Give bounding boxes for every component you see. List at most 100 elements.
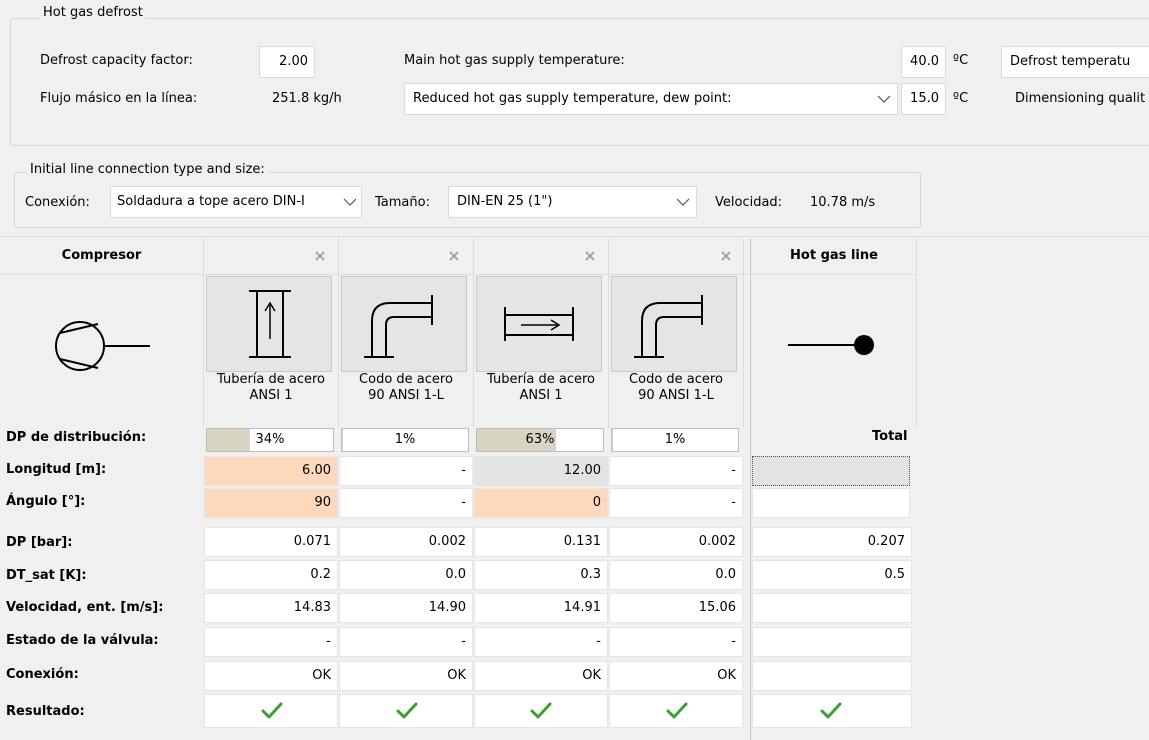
defrost-temperature-field[interactable]: Defrost temperatu bbox=[1001, 46, 1149, 78]
distribution-percent: 34% bbox=[255, 432, 285, 447]
dt-sat-cell-4: 0.0 bbox=[609, 560, 743, 590]
defrost-temperature-label: Defrost temperatu bbox=[1010, 54, 1131, 69]
dt-sat-total-cell: 0.5 bbox=[752, 560, 912, 590]
dp-cell-2: 0.002 bbox=[339, 527, 473, 557]
component-1-name-line2: ANSI 1 bbox=[249, 388, 293, 403]
dp-cell-1: 0.071 bbox=[204, 527, 338, 557]
estado-total-cell bbox=[752, 627, 912, 657]
component-4-button[interactable] bbox=[611, 276, 737, 372]
conexion-select[interactable]: Soldadura a tope acero DIN-I bbox=[110, 186, 362, 218]
row-label-velocidad: Velocidad, ent. [m/s]: bbox=[0, 593, 203, 623]
conexion-cell-2: OK bbox=[339, 661, 473, 691]
velocidad-cell-3: 14.91 bbox=[474, 593, 608, 623]
longitud-cell-2: - bbox=[339, 456, 473, 486]
flujo-label: Flujo másico en la línea: bbox=[40, 91, 198, 106]
conexion-select-value: Soldadura a tope acero DIN-I bbox=[117, 194, 305, 209]
reduced-supply-input[interactable]: 15.0 bbox=[901, 83, 946, 115]
dp-cell-3: 0.131 bbox=[474, 527, 608, 557]
component-2-name-line1: Codo de acero bbox=[359, 372, 453, 387]
component-2-button[interactable] bbox=[341, 276, 467, 372]
remove-component-1-close-icon[interactable] bbox=[313, 249, 327, 263]
hot-gas-defrost-group bbox=[10, 18, 1149, 146]
vertical-pipe-icon bbox=[249, 290, 291, 358]
hot-gas-line-endpoint-icon bbox=[788, 335, 874, 355]
longitud-cell-3: 12.00 bbox=[474, 456, 608, 486]
velocidad-cell-2: 14.90 bbox=[339, 593, 473, 623]
defrost-capacity-label: Defrost capacity factor: bbox=[40, 53, 193, 68]
component-4-name-line1: Codo de acero bbox=[629, 372, 723, 387]
elbow-icon bbox=[634, 295, 703, 358]
checkmark-icon bbox=[666, 702, 688, 719]
angulo-cell-1[interactable]: 90 bbox=[204, 488, 338, 518]
reduced-supply-select-value: Reduced hot gas supply temperature, dew … bbox=[413, 91, 732, 106]
distribution-percent: 1% bbox=[394, 432, 416, 447]
compressor-icon bbox=[55, 321, 150, 371]
conexion-cell-3: OK bbox=[474, 661, 608, 691]
remove-component-3-close-icon[interactable] bbox=[583, 249, 597, 263]
component-1-name: Tubería de acero ANSI 1 bbox=[204, 372, 338, 404]
elbow-icon bbox=[364, 295, 433, 358]
tamano-select-value: DIN-EN 25 (1") bbox=[457, 194, 553, 209]
dp-total-cell: 0.207 bbox=[752, 527, 912, 557]
chevron-down-icon bbox=[676, 198, 690, 206]
component-1-name-line1: Tubería de acero bbox=[216, 372, 326, 387]
component-1-button[interactable] bbox=[206, 276, 332, 372]
remove-component-4-close-icon[interactable] bbox=[719, 249, 733, 263]
longitud-cell-4: - bbox=[609, 456, 743, 486]
component-3-button[interactable] bbox=[476, 276, 602, 372]
longitud-total-cell[interactable] bbox=[752, 456, 910, 486]
chevron-down-icon bbox=[343, 197, 357, 207]
horizontal-pipe-icon bbox=[504, 307, 574, 341]
component-2-name: Codo de acero 90 ANSI 1-L bbox=[339, 372, 473, 404]
distribution-bar-fill bbox=[207, 429, 250, 451]
table-separator-line bbox=[0, 236, 1149, 237]
dimensioning-label: Dimensioning qualit bbox=[1015, 91, 1146, 106]
dp-cell-4: 0.002 bbox=[609, 527, 743, 557]
component-3-name-line1: Tubería de acero bbox=[486, 372, 596, 387]
defrost-capacity-input[interactable]: 2.00 bbox=[259, 46, 315, 78]
velocidad-cell-1: 14.83 bbox=[204, 593, 338, 623]
angulo-cell-2: - bbox=[339, 488, 473, 518]
checkmark-icon bbox=[530, 702, 552, 719]
velocidad-value: 10.78 m/s bbox=[810, 195, 876, 210]
angulo-total-cell bbox=[752, 488, 910, 518]
distribution-bar-fill bbox=[612, 429, 614, 451]
estado-cell-1: - bbox=[204, 627, 338, 657]
component-2-name-line2: 90 ANSI 1-L bbox=[368, 388, 444, 403]
conexion-label: Conexión: bbox=[25, 195, 90, 210]
main-supply-label: Main hot gas supply temperature: bbox=[404, 53, 625, 68]
main-supply-unit: ºC bbox=[953, 53, 969, 68]
hot-gas-column-divider bbox=[750, 238, 751, 740]
initial-line-title: Initial line connection type and size: bbox=[27, 162, 268, 177]
tamano-label: Tamaño: bbox=[375, 195, 430, 210]
row-label-resultado: Resultado: bbox=[0, 697, 203, 727]
longitud-cell-1[interactable]: 6.00 bbox=[204, 456, 338, 486]
row-label-dp-distribucion: DP de distribución: bbox=[0, 423, 203, 453]
velocidad-total-cell bbox=[752, 593, 912, 623]
distribution-bar-fill bbox=[342, 429, 344, 451]
row-label-estado-valvula: Estado de la válvula: bbox=[0, 626, 203, 656]
angulo-cell-3[interactable]: 0 bbox=[474, 488, 608, 518]
dt-sat-cell-2: 0.0 bbox=[339, 560, 473, 590]
distribution-bar: 1% bbox=[341, 428, 469, 452]
checkmark-icon bbox=[396, 702, 418, 719]
column-divider bbox=[743, 238, 744, 428]
dt-sat-cell-3: 0.3 bbox=[474, 560, 608, 590]
checkmark-icon bbox=[820, 702, 842, 719]
reduced-supply-select[interactable]: Reduced hot gas supply temperature, dew … bbox=[404, 83, 898, 115]
row-label-conexion: Conexión: bbox=[0, 660, 203, 690]
distribution-bar: 34% bbox=[206, 428, 334, 452]
velocidad-cell-4: 15.06 bbox=[609, 593, 743, 623]
component-4-name-line2: 90 ANSI 1-L bbox=[638, 388, 714, 403]
tamano-select[interactable]: DIN-EN 25 (1") bbox=[448, 186, 697, 218]
chevron-down-icon bbox=[877, 95, 891, 103]
distribution-bar: 63% bbox=[476, 428, 604, 452]
main-supply-input[interactable]: 40.0 bbox=[901, 46, 946, 78]
remove-component-2-close-icon[interactable] bbox=[447, 249, 461, 263]
conexion-total-cell bbox=[752, 661, 912, 691]
distribution-percent: 63% bbox=[525, 432, 555, 447]
compressor-header: Compresor bbox=[0, 238, 203, 274]
estado-cell-2: - bbox=[339, 627, 473, 657]
component-3-name: Tubería de acero ANSI 1 bbox=[474, 372, 608, 404]
velocidad-label: Velocidad: bbox=[715, 195, 783, 210]
